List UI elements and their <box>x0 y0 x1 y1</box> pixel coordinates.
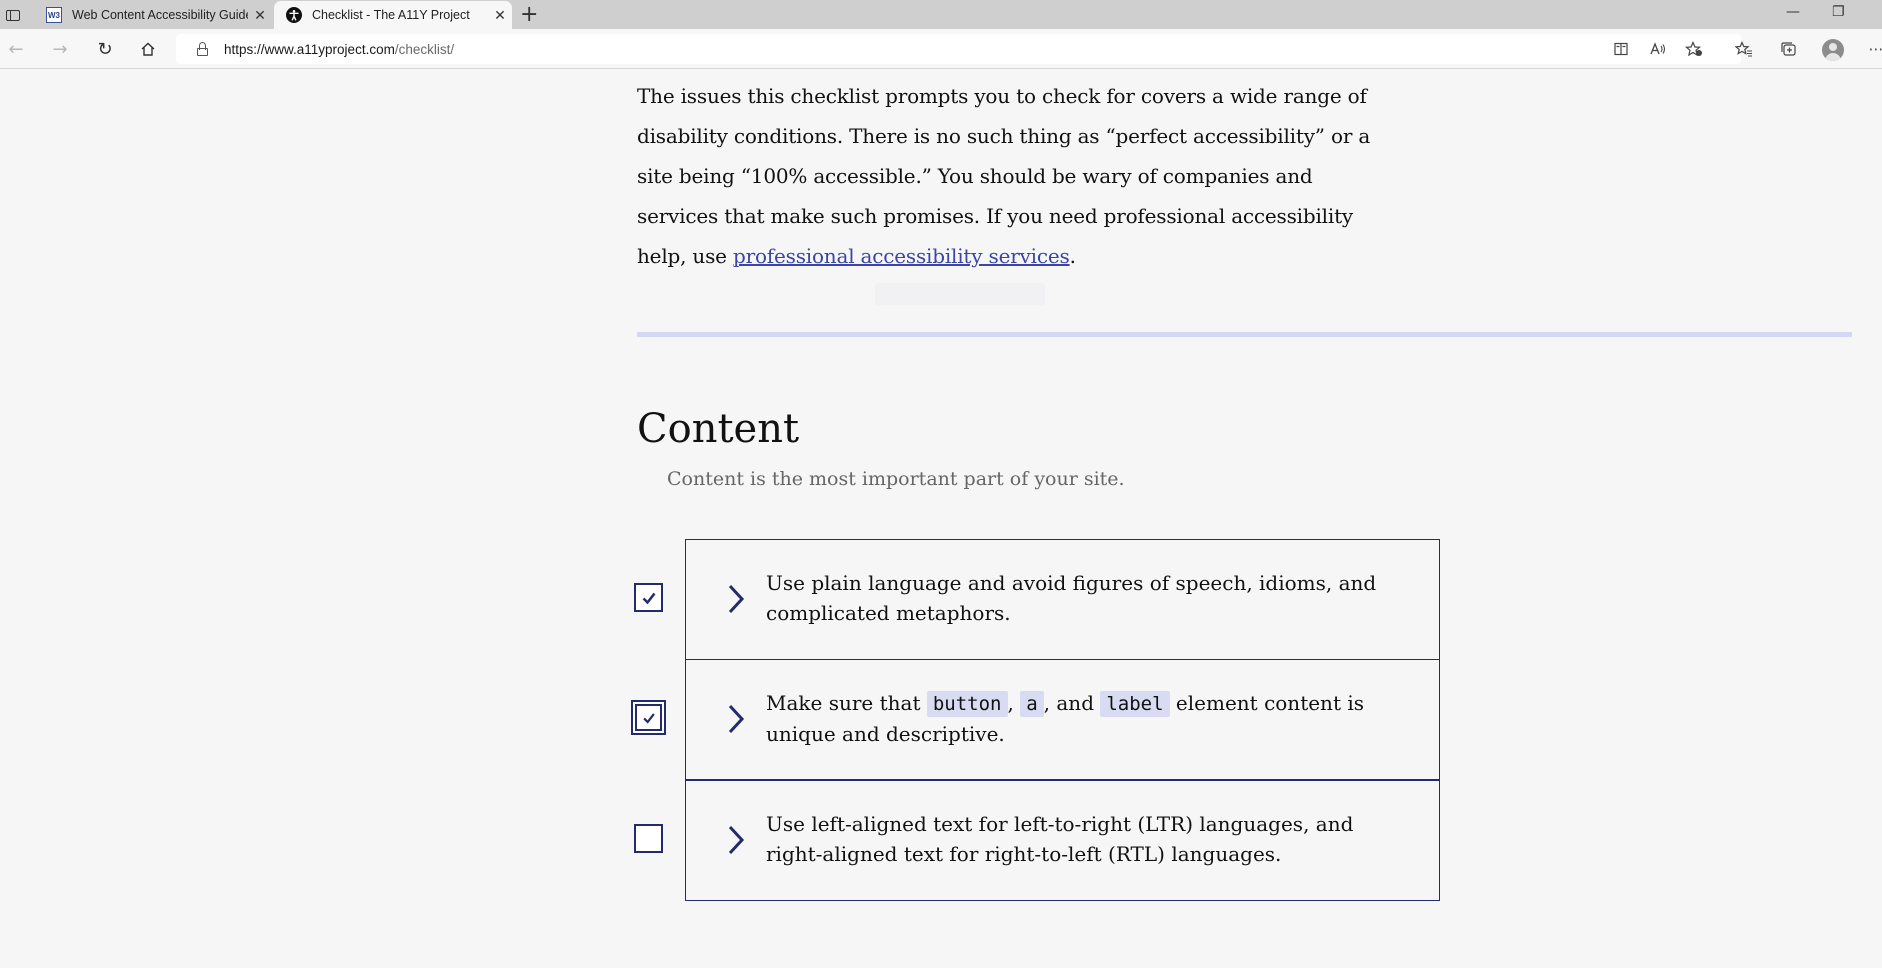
address-bar[interactable]: https://www.a11yproject.com/checklist/ <box>176 34 1741 64</box>
read-aloud-icon[interactable] <box>1646 37 1670 61</box>
faded-overlay <box>875 283 1045 305</box>
checkmark-icon <box>642 592 655 604</box>
tab-strip: W3 Web Content Accessibility Guidelines … <box>0 0 1882 29</box>
tab-actions-icon <box>6 9 20 21</box>
restore-button[interactable]: ❐ <box>1832 4 1845 20</box>
code-button: button <box>926 691 1008 717</box>
section-title: Content <box>637 406 800 452</box>
lock-icon[interactable] <box>196 42 210 56</box>
checkbox[interactable] <box>634 583 663 612</box>
checklist-item-text: Use plain language and avoid figures of … <box>766 571 1377 625</box>
new-tab-button[interactable]: + <box>520 2 538 27</box>
w3c-icon: W3 <box>46 7 62 23</box>
home-icon[interactable] <box>136 37 160 61</box>
code-a: a <box>1020 691 1044 717</box>
chevron-right-icon[interactable] <box>724 582 748 616</box>
close-tab-icon[interactable]: ✕ <box>248 7 272 24</box>
more-options-icon[interactable]: ⋯ <box>1864 37 1882 61</box>
tab-wcag[interactable]: W3 Web Content Accessibility Guidelines … <box>34 1 272 29</box>
minimize-button[interactable]: — <box>1786 4 1800 20</box>
chevron-right-icon[interactable] <box>724 702 748 736</box>
tab-actions-menu-button[interactable] <box>2 4 24 26</box>
section-description: Content is the most important part of yo… <box>667 468 1125 490</box>
a11y-project-icon <box>286 7 302 23</box>
browser-toolbar: ← → ↻ https://www.a11yproject.com/checkl… <box>0 29 1882 69</box>
add-favorite-icon[interactable] <box>1682 37 1706 61</box>
profile-avatar-icon[interactable] <box>1822 39 1844 61</box>
intro-end: . <box>1069 244 1076 268</box>
checklist-item: Use left-aligned text for left-to-right … <box>634 780 1440 901</box>
checklist-item: Make sure that button, a, and label elem… <box>629 659 1440 780</box>
checkmark-icon <box>642 712 655 724</box>
url-text[interactable]: https://www.a11yproject.com/checklist/ <box>224 42 454 57</box>
collections-icon[interactable] <box>1777 37 1801 61</box>
tab-title: Checklist - The A11Y Project <box>312 8 470 22</box>
tab-title: Web Content Accessibility Guidelines (WC… <box>72 8 248 22</box>
professional-services-link[interactable]: professional accessibility services <box>733 244 1070 268</box>
page-content: The issues this checklist prompts you to… <box>0 69 1882 968</box>
close-tab-icon[interactable]: ✕ <box>488 7 512 24</box>
refresh-icon[interactable]: ↻ <box>93 37 117 61</box>
back-arrow-icon[interactable]: ← <box>4 37 28 61</box>
checklist-item: Use plain language and avoid figures of … <box>634 539 1440 660</box>
checklist-item-text: Make sure that button, a, and label elem… <box>766 691 1364 746</box>
checklist-card[interactable]: Use plain language and avoid figures of … <box>685 539 1440 660</box>
checklist-item-text: Use left-aligned text for left-to-right … <box>766 812 1354 866</box>
favorites-icon[interactable] <box>1732 37 1756 61</box>
tab-checklist[interactable]: Checklist - The A11Y Project ✕ <box>274 1 512 29</box>
section-divider <box>637 332 1852 337</box>
checkbox[interactable] <box>629 698 668 737</box>
immersive-reader-icon[interactable] <box>1609 37 1633 61</box>
intro-paragraph: The issues this checklist prompts you to… <box>637 76 1377 276</box>
chevron-right-icon[interactable] <box>724 823 748 857</box>
checklist-card[interactable]: Use left-aligned text for left-to-right … <box>685 780 1440 901</box>
forward-arrow-icon[interactable]: → <box>48 37 72 61</box>
checklist-card[interactable]: Make sure that button, a, and label elem… <box>685 659 1440 780</box>
code-label: label <box>1100 691 1170 717</box>
checkbox[interactable] <box>634 824 663 853</box>
intro-text: The issues this checklist prompts you to… <box>637 84 1371 268</box>
